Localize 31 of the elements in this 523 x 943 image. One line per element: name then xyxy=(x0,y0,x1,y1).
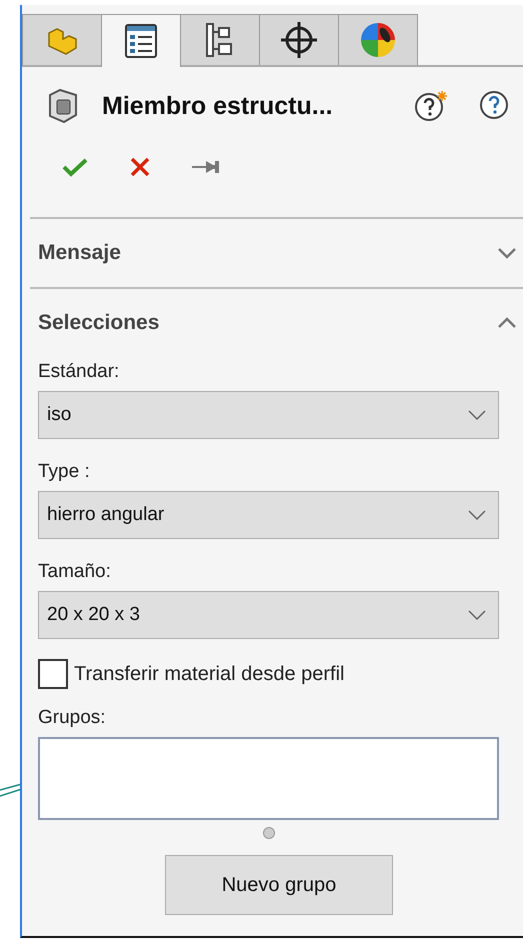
panel-title: Miembro estructu... xyxy=(102,92,333,120)
help-icon[interactable] xyxy=(479,90,509,120)
field-label: Type : xyxy=(38,461,91,483)
cube-icon xyxy=(46,87,80,125)
close-icon[interactable] xyxy=(130,157,150,177)
panel-tab[interactable] xyxy=(259,14,339,65)
dropdown[interactable]: iso xyxy=(38,391,499,439)
checkbox[interactable] xyxy=(38,659,68,689)
list-icon xyxy=(124,23,158,59)
checkmark-icon[interactable] xyxy=(62,157,88,177)
dropdown[interactable]: 20 x 20 x 3 xyxy=(38,591,499,639)
color-ball-icon xyxy=(359,21,397,59)
field-label: Grupos: xyxy=(38,707,107,729)
tree-icon xyxy=(205,22,235,58)
section-title: Selecciones xyxy=(38,311,160,335)
checkbox-label: Transferir material desde perfil xyxy=(74,662,344,686)
crosshair-icon xyxy=(280,21,318,59)
new-group-button[interactable]: Nuevo grupo xyxy=(165,855,393,915)
panel-tab[interactable] xyxy=(180,14,260,65)
collapse-chevron-icon[interactable] xyxy=(497,317,517,329)
help-star-icon[interactable] xyxy=(415,90,449,122)
field-label: Estándar: xyxy=(38,361,120,383)
resize-handle[interactable] xyxy=(262,827,274,839)
list-box[interactable] xyxy=(38,737,499,820)
expand-chevron-icon[interactable] xyxy=(497,247,517,259)
dropdown[interactable]: hierro angular xyxy=(38,491,499,539)
field-label: Tamaño: xyxy=(38,561,112,583)
section-title: Mensaje xyxy=(38,241,121,265)
panel-tab[interactable] xyxy=(338,14,418,65)
pin-icon[interactable] xyxy=(192,158,222,176)
panel-tab[interactable] xyxy=(101,14,181,67)
